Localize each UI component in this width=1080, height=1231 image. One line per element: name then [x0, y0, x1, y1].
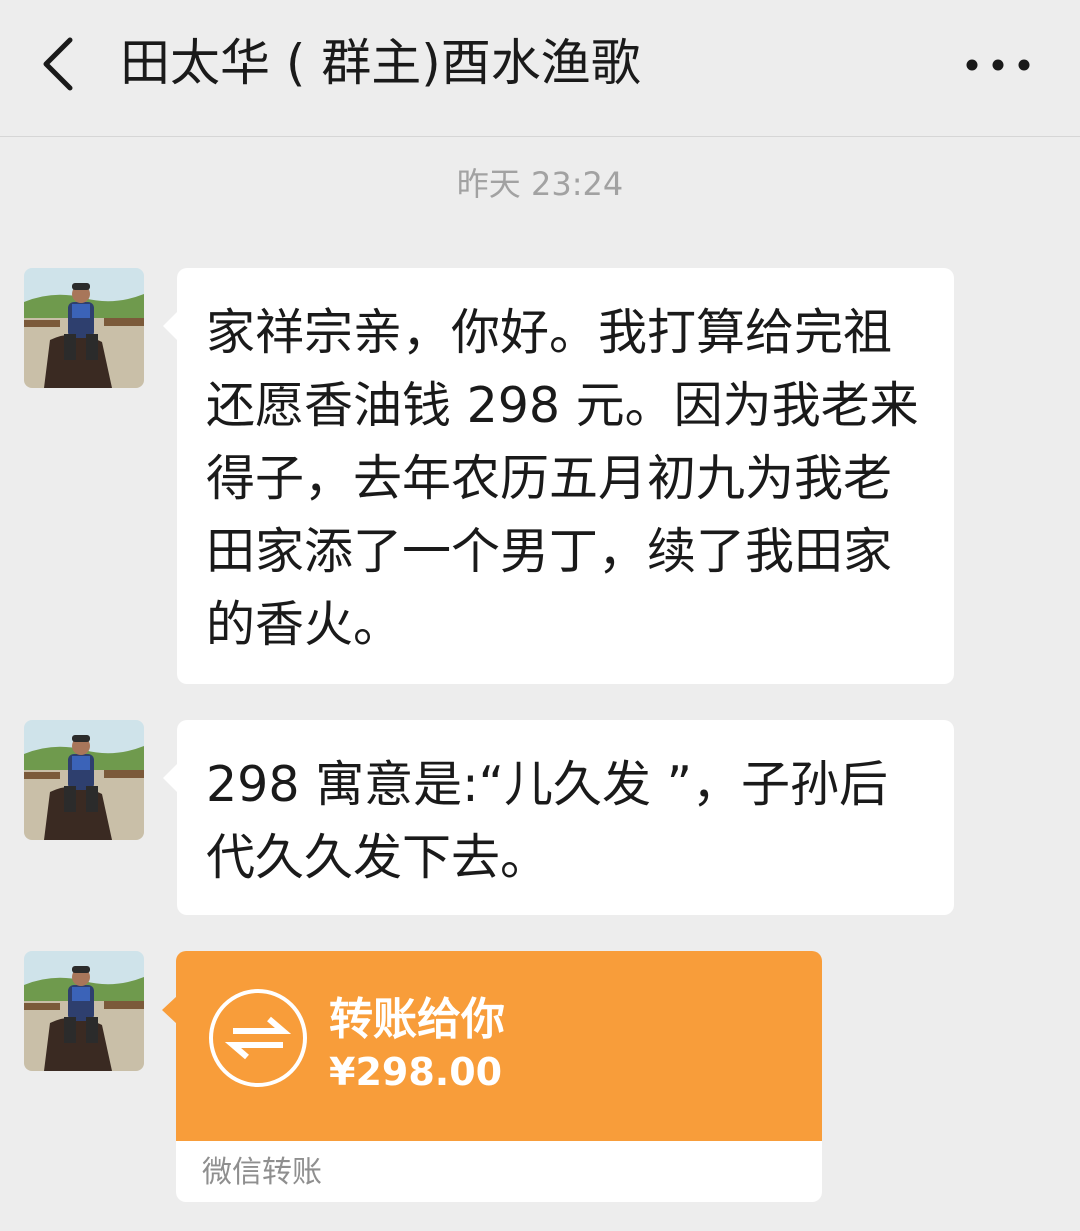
chat-header: 田太华 ( 群主)酉水渔歌	[0, 0, 1080, 137]
transfer-card[interactable]: 转账给你 ¥298.00 微信转账	[176, 951, 822, 1202]
transfer-footer-label: 微信转账	[202, 1155, 322, 1190]
sender-avatar[interactable]	[24, 720, 144, 840]
chevron-left-icon	[43, 37, 73, 91]
more-dots-icon	[966, 59, 1030, 71]
message-text: 298 寓意是:“儿久发 ”，子孙后代久久发下去。	[206, 756, 888, 886]
transfer-arrows-icon	[209, 989, 307, 1087]
back-button[interactable]	[30, 28, 90, 100]
sender-avatar[interactable]	[24, 268, 144, 388]
message-bubble[interactable]: 家祥宗亲，你好。我打算给完祖还愿香油钱 298 元。因为我老来得子，去年农历五月…	[163, 268, 954, 684]
sender-avatar[interactable]	[24, 951, 144, 1071]
bubble-tail	[162, 996, 177, 1024]
message-text: 家祥宗亲，你好。我打算给完祖还愿香油钱 298 元。因为我老来得子，去年农历五月…	[206, 304, 919, 653]
avatar-photo-icon	[24, 951, 144, 1071]
transfer-card-header: 转账给你 ¥298.00	[176, 951, 822, 1141]
transfer-amount: ¥298.00	[329, 1050, 503, 1094]
transfer-title: 转账给你	[329, 994, 505, 1045]
chat-title: 田太华 ( 群主)酉水渔歌	[120, 34, 641, 92]
more-button[interactable]	[958, 40, 1038, 90]
message-timestamp: 昨天 23:24	[456, 165, 624, 203]
avatar-photo-icon	[24, 720, 144, 840]
message-bubble[interactable]: 298 寓意是:“儿久发 ”，子孙后代久久发下去。	[163, 720, 954, 915]
avatar-photo-icon	[24, 268, 144, 388]
